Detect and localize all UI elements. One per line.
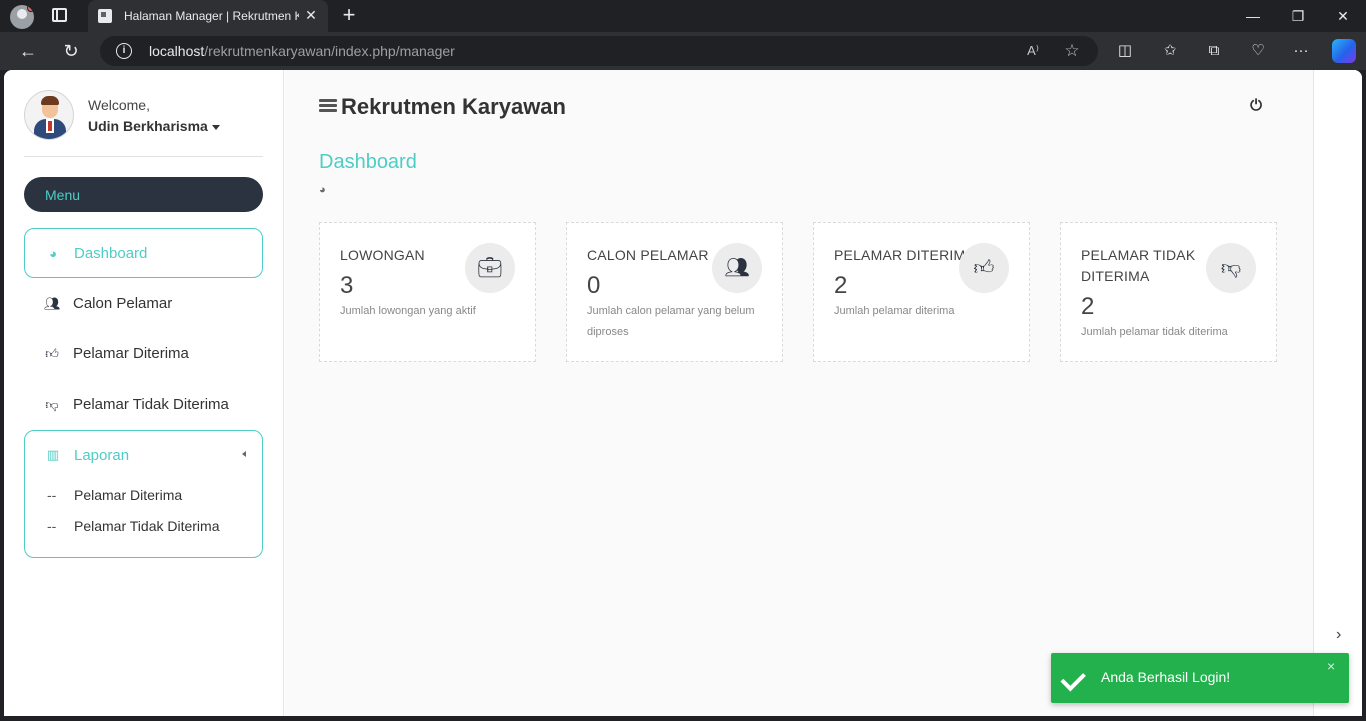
close-window-button[interactable]: ✕ — [1328, 4, 1358, 28]
stat-card-pelamar-tidak-diterima: PELAMAR TIDAK DITERIMA 2 Jumlah pelamar … — [1060, 222, 1277, 362]
maximize-button[interactable]: ❐ — [1283, 4, 1313, 28]
card-description: Jumlah pelamar tidak diterima — [1081, 326, 1228, 338]
favorites-icon[interactable]: ✩ — [1159, 41, 1181, 61]
thumbs-up-icon: 👍︎ — [959, 243, 1009, 293]
thumbs-down-icon: 👎︎ — [45, 397, 59, 412]
stat-card-pelamar-diterima: PELAMAR DITERIMA 2 Jumlah pelamar diteri… — [813, 222, 1030, 362]
stat-card-lowongan: LOWONGAN 3 Jumlah lowongan yang aktif 💼︎ — [319, 222, 536, 362]
favorite-star-icon[interactable]: ☆ — [1062, 41, 1082, 61]
caret-left-icon — [242, 451, 246, 457]
app-title: Rekrutmen Karyawan — [341, 94, 566, 119]
card-value: 2 — [834, 272, 848, 299]
briefcase-icon: 💼︎ — [465, 243, 515, 293]
url-text[interactable]: localhost/rekrutmenkaryawan/index.php/ma… — [149, 43, 455, 59]
card-description: Jumlah calon pelamar yang belum diproses — [587, 305, 755, 338]
collections-icon[interactable]: ⧉ — [1203, 41, 1225, 61]
sidebar-item-calon-pelamar[interactable]: 👥︎ Calon Pelamar — [24, 279, 263, 329]
sidebar: Welcome, Udin Berkharisma Menu ◕ Dashboa… — [4, 70, 284, 716]
copilot-icon[interactable] — [1332, 39, 1356, 63]
sidebar-item-label: Pelamar Tidak Diterima — [73, 396, 229, 413]
caret-down-icon — [211, 124, 220, 130]
chevron-right-icon[interactable]: › — [1336, 626, 1341, 644]
card-value: 2 — [1081, 293, 1095, 320]
sidebar-subitem-pelamar-diterima[interactable]: -- Pelamar Diterima — [47, 487, 182, 503]
menu-title: Menu — [45, 187, 81, 203]
more-options-icon[interactable]: ··· — [1290, 41, 1312, 61]
card-label: CALON PELAMAR — [587, 247, 709, 263]
address-bar[interactable]: i localhost/rekrutmenkaryawan/index.php/… — [100, 36, 1098, 66]
check-icon — [1066, 666, 1090, 690]
profile-avatar-icon[interactable] — [10, 5, 34, 29]
sidebar-item-label: Dashboard — [74, 245, 148, 262]
sidebar-item-laporan[interactable]: ▥ Laporan -- Pelamar Diterima -- Pelamar T… — [24, 430, 263, 558]
back-icon[interactable]: ← — [15, 39, 41, 63]
refresh-icon[interactable]: ↻ — [58, 39, 84, 63]
browser-essentials-icon[interactable]: ♡ — [1247, 41, 1269, 61]
browser-toolbar: ← ↻ i localhost/rekrutmenkaryawan/index.… — [0, 32, 1366, 70]
page-viewport: Welcome, Udin Berkharisma Menu ◕ Dashboa… — [4, 70, 1362, 716]
read-aloud-icon[interactable]: A⁾ — [1023, 41, 1043, 61]
dashboard-icon: ◕ — [319, 184, 326, 196]
sidebar-item-label: Calon Pelamar — [73, 295, 173, 312]
tab-actions-icon[interactable] — [52, 8, 67, 22]
sidebar-item-pelamar-tidak-diterima[interactable]: 👎︎ Pelamar Tidak Diterima — [24, 380, 263, 430]
success-toast: Anda Berhasil Login! × — [1051, 653, 1349, 703]
sidebar-item-pelamar-diterima[interactable]: 👍︎ Pelamar Diterima — [24, 329, 263, 379]
browser-titlebar: Halaman Manager | Rekrutmen Karyawan ✕ +… — [0, 0, 1366, 32]
right-side-panel: › — [1313, 70, 1362, 716]
card-description: Jumlah pelamar diterima — [834, 305, 955, 317]
username-label: Udin Berkharisma — [88, 118, 208, 134]
card-value: 3 — [340, 272, 354, 299]
site-info-icon[interactable]: i — [116, 43, 132, 59]
favicon-icon — [98, 9, 112, 23]
new-tab-button[interactable]: + — [338, 4, 360, 26]
logout-power-icon[interactable]: ⏻ — [1248, 98, 1264, 114]
card-label: LOWONGAN — [340, 247, 425, 263]
bar-chart-icon: ▥ — [46, 447, 60, 462]
welcome-text: Welcome, — [88, 97, 150, 113]
card-description: Jumlah lowongan yang aktif — [340, 305, 476, 317]
sidebar-subitem-pelamar-tidak-diterima[interactable]: -- Pelamar Tidak Diterima — [47, 518, 220, 534]
user-dropdown[interactable]: Udin Berkharisma — [88, 118, 220, 134]
card-label: PELAMAR TIDAK DITERIMA — [1081, 247, 1196, 284]
toast-message: Anda Berhasil Login! — [1101, 669, 1231, 685]
users-icon: 👥︎ — [44, 296, 61, 311]
card-value: 0 — [587, 272, 601, 299]
profile-divider — [24, 156, 263, 157]
browser-tab[interactable]: Halaman Manager | Rekrutmen Karyawan ✕ — [88, 0, 328, 32]
thumbs-up-icon: 👍︎ — [45, 346, 59, 361]
toast-close-button[interactable]: × — [1327, 658, 1335, 674]
tab-close-button[interactable]: ✕ — [302, 6, 320, 24]
page-title: Dashboard — [319, 151, 417, 173]
thumbs-down-icon: 👎︎ — [1206, 243, 1256, 293]
menu-header: Menu — [24, 177, 263, 212]
sidebar-item-label: Laporan — [74, 447, 130, 464]
avatar — [24, 90, 74, 140]
tab-title: Halaman Manager | Rekrutmen Karyawan — [124, 9, 299, 23]
minimize-button[interactable]: — — [1238, 4, 1268, 28]
split-screen-icon[interactable]: ◫ — [1114, 41, 1136, 61]
sidebar-item-label: Pelamar Diterima — [73, 345, 189, 362]
main-content: Rekrutmen Karyawan ⏻ Dashboard ◕ LOWONGA… — [285, 70, 1313, 716]
menu-toggle-icon[interactable] — [319, 99, 337, 113]
dashboard-icon: ◕ — [49, 246, 57, 261]
window-bottom-edge — [0, 716, 1366, 721]
sidebar-item-dashboard[interactable]: ◕ Dashboard — [24, 228, 263, 278]
stat-card-calon-pelamar: CALON PELAMAR 0 Jumlah calon pelamar yan… — [566, 222, 783, 362]
users-icon: 👥︎ — [712, 243, 762, 293]
